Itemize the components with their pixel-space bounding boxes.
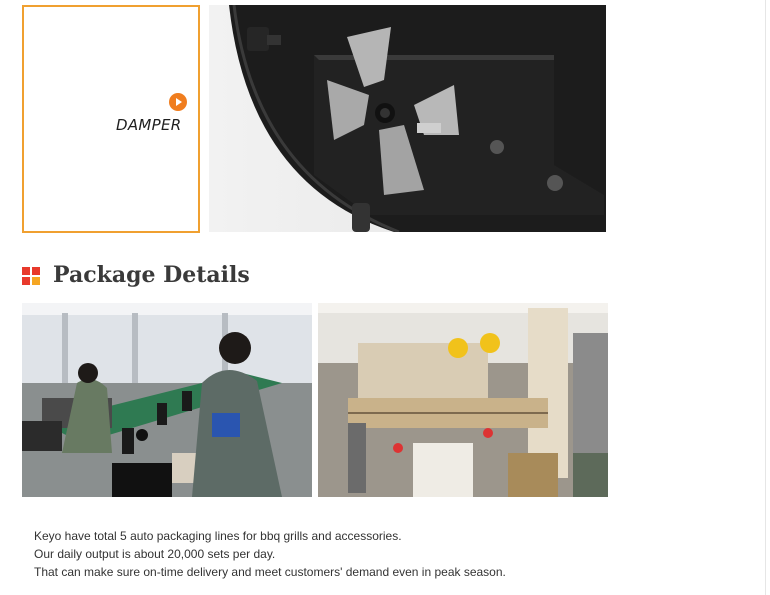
workers-illustration: [22, 303, 312, 497]
packaging-line-photo-workers: [22, 303, 312, 497]
package-description: Keyo have total 5 auto packaging lines f…: [34, 527, 754, 581]
description-line: Our daily output is about 20,000 sets pe…: [34, 547, 276, 561]
damper-product-image: [209, 5, 606, 232]
page-right-border: [765, 0, 766, 595]
play-icon[interactable]: [169, 93, 187, 111]
four-squares-icon: [22, 267, 40, 285]
damper-illustration: [229, 5, 606, 232]
packaging-line-photo-machine: [318, 303, 608, 497]
section-title: Package Details: [53, 262, 250, 288]
damper-label: DAMPER: [116, 116, 182, 134]
description-line: Keyo have total 5 auto packaging lines f…: [34, 529, 402, 543]
description-line: That can make sure on-time delivery and …: [34, 565, 506, 579]
damper-label-card[interactable]: DAMPER: [22, 5, 200, 233]
packaging-machine-illustration: [318, 303, 608, 497]
